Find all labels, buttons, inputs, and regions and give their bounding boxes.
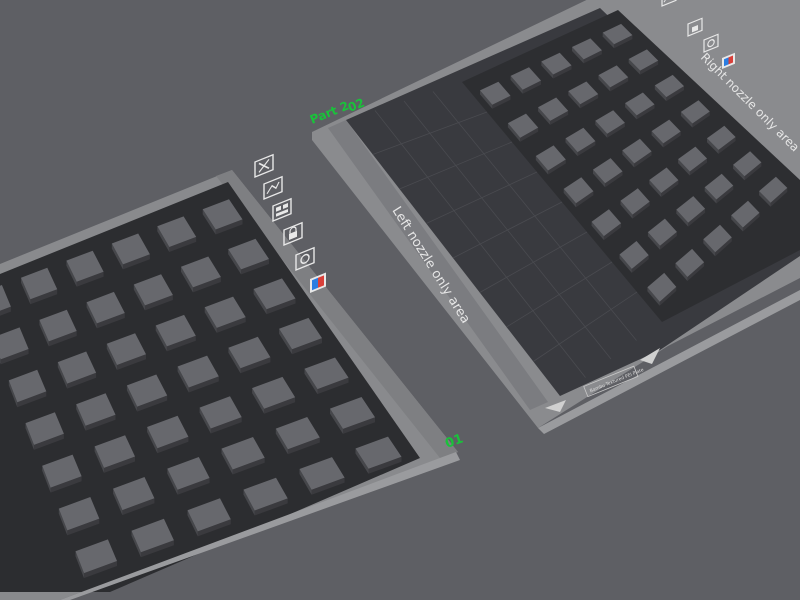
- 3d-viewport[interactable]: 01 Bambu Textured PEI Plate Part 2 02 Le…: [0, 0, 800, 600]
